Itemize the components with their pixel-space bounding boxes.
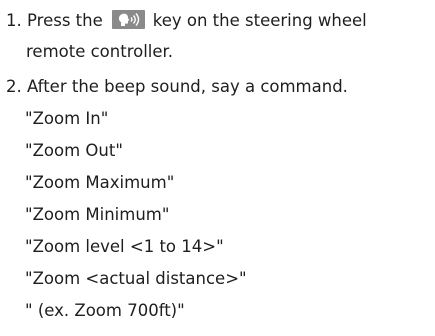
command-item: " (ex. Zoom 700ft)" [25, 301, 185, 320]
voice-recognition-key-icon [111, 10, 145, 29]
command-item: "Zoom Minimum" [25, 205, 170, 224]
command-item: "Zoom Maximum" [25, 173, 175, 192]
step-1-continuation: remote controller. [26, 42, 174, 61]
command-item: "Zoom level <1 to 14>" [25, 237, 224, 256]
step-1-text-before-icon: 1. Press the [6, 11, 103, 30]
command-item: "Zoom In" [25, 109, 109, 128]
step-1-text-after-icon: key on the steering wheel [152, 11, 367, 30]
step-2-line: 2. After the beep sound, say a command. [6, 77, 348, 96]
command-item: "Zoom <actual distance>" [25, 269, 247, 288]
command-item: "Zoom Out" [25, 141, 123, 160]
step-1-line: 1. Press the key on the steering wheel [6, 10, 367, 30]
